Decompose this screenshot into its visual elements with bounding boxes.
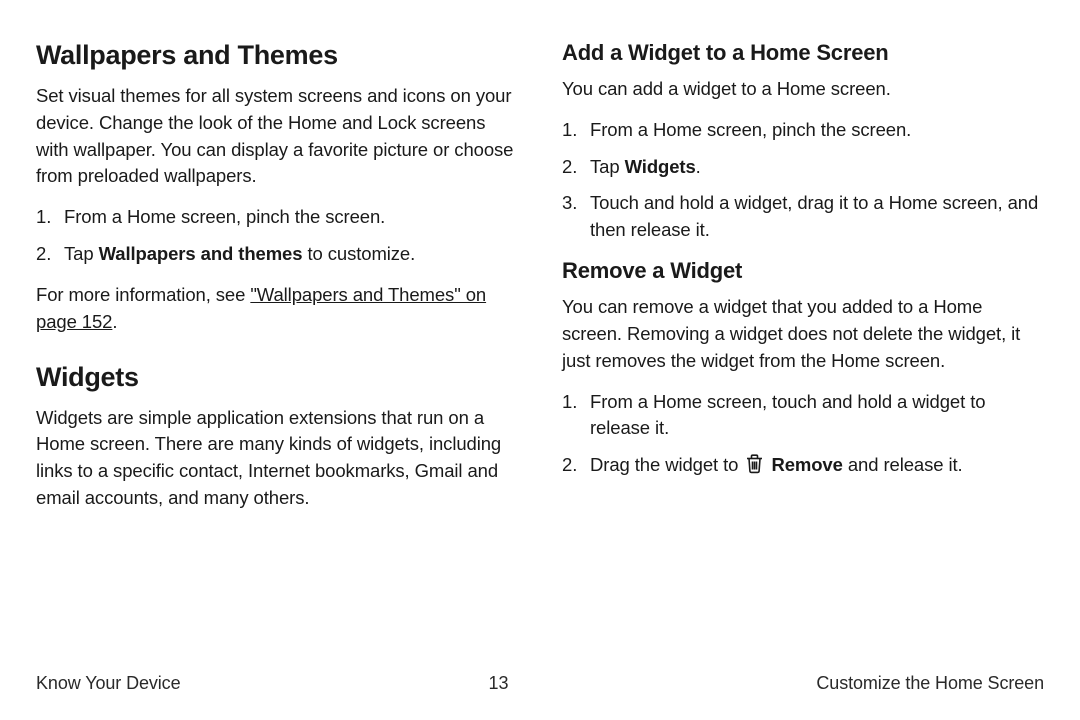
more-info-line: For more information, see "Wallpapers an… (36, 282, 518, 336)
add-widget-steps: From a Home screen, pinch the screen. Ta… (562, 117, 1044, 244)
bold-remove: Remove (771, 454, 842, 475)
remove-step-2: Drag the widget to Remove and release it… (562, 452, 1044, 482)
left-column: Wallpapers and Themes Set visual themes … (36, 32, 518, 526)
heading-wallpapers-themes: Wallpapers and Themes (36, 40, 518, 71)
bold-wallpapers-themes: Wallpapers and themes (99, 243, 303, 264)
footer-right: Customize the Home Screen (816, 673, 1044, 694)
remove-step-1: From a Home screen, touch and hold a wid… (562, 389, 1044, 443)
bold-widgets: Widgets (625, 156, 696, 177)
wallpapers-intro: Set visual themes for all system screens… (36, 83, 518, 190)
remove-widget-steps: From a Home screen, touch and hold a wid… (562, 389, 1044, 482)
add-step-1: From a Home screen, pinch the screen. (562, 117, 1044, 144)
page-footer: Know Your Device 13 Customize the Home S… (36, 673, 1044, 694)
heading-add-widget: Add a Widget to a Home Screen (562, 40, 1044, 66)
heading-widgets: Widgets (36, 362, 518, 393)
trash-icon (745, 453, 764, 482)
right-column: Add a Widget to a Home Screen You can ad… (562, 32, 1044, 526)
add-widget-intro: You can add a widget to a Home screen. (562, 76, 1044, 103)
footer-page-number: 13 (489, 673, 509, 694)
heading-remove-widget: Remove a Widget (562, 258, 1044, 284)
add-step-2: Tap Widgets. (562, 154, 1044, 181)
remove-widget-intro: You can remove a widget that you added t… (562, 294, 1044, 374)
add-step-3: Touch and hold a widget, drag it to a Ho… (562, 190, 1044, 244)
wallpapers-steps: From a Home screen, pinch the screen. Ta… (36, 204, 518, 268)
wallpapers-step-2: Tap Wallpapers and themes to customize. (36, 241, 518, 268)
wallpapers-step-1: From a Home screen, pinch the screen. (36, 204, 518, 231)
widgets-intro: Widgets are simple application extension… (36, 405, 518, 512)
footer-left: Know Your Device (36, 673, 181, 694)
